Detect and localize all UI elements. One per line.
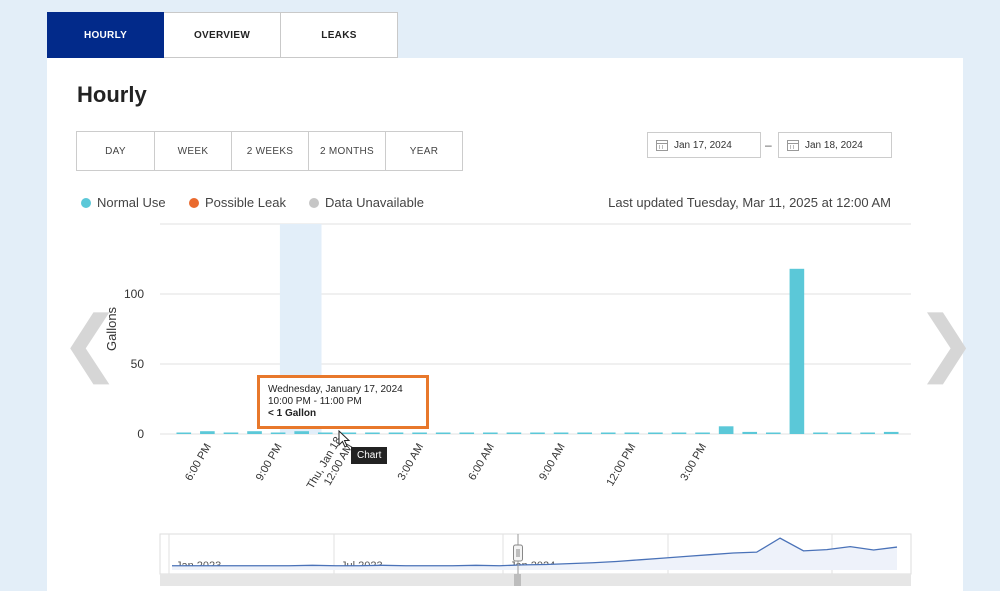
x-tick-text: 3:00 PM — [678, 442, 709, 483]
chart-bar — [247, 431, 262, 434]
x-tick-text: 9:00 PM — [254, 442, 285, 483]
chart-bar — [176, 432, 192, 434]
x-tick-label: 12:00 PM — [604, 442, 638, 489]
chart-bar — [836, 432, 852, 434]
chart-bar — [412, 432, 427, 434]
x-tick-label: 9:00 PM — [254, 442, 285, 483]
chart-bar — [365, 432, 380, 434]
mouse-cursor-icon — [338, 430, 351, 448]
y-axis-label: Gallons — [104, 306, 119, 351]
y-axis-ticks: 0 50 100 — [124, 287, 144, 441]
x-tick-label: 3:00 AM — [396, 442, 427, 483]
tooltip-date: Wednesday, January 17, 2024 — [268, 384, 403, 395]
tooltip-amount: < 1 Gallon — [268, 408, 317, 419]
x-tick-text: 3:00 AM — [396, 442, 427, 483]
tooltip-time: 10:00 PM - 11:00 PM — [268, 396, 362, 407]
chart-bar — [483, 432, 498, 434]
x-tick-label: 6:00 AM — [466, 442, 497, 483]
usage-chart[interactable]: 050100 6:00 PM 9:00 PM Thu, Jan 1812:00 AM… — [0, 0, 1000, 591]
chart-bar — [270, 432, 286, 434]
x-tick-text: 6:00 PM — [183, 442, 214, 483]
chart-bar — [553, 432, 569, 434]
chart-bar — [860, 432, 875, 434]
chart-bar — [577, 432, 592, 434]
y-tick-label: 50 — [131, 357, 145, 371]
chart-bar — [317, 432, 333, 434]
chart-bar — [223, 432, 239, 434]
chart-bar — [435, 432, 451, 434]
chart-bar — [600, 432, 616, 434]
x-axis-ticks: 6:00 PM 9:00 PM Thu, Jan 1812:00 AM 3:00 AM… — [183, 435, 709, 491]
chart-tooltip: Wednesday, January 17, 2024 10:00 PM - 1… — [257, 375, 429, 429]
chart-bar — [789, 268, 805, 434]
chart-bar — [765, 432, 781, 434]
x-tick-text: 12:00 PM — [604, 442, 638, 489]
chart-bar — [388, 432, 404, 434]
navigator-scrollbar — [160, 574, 911, 586]
cursor-tooltip: Chart — [351, 447, 388, 464]
chart-bar — [671, 432, 687, 434]
chart-bar — [718, 426, 734, 434]
x-tick-text: 9:00 AM — [537, 442, 568, 483]
chart-bar — [883, 431, 899, 434]
chart-bar — [742, 431, 758, 434]
chart-bar — [695, 432, 710, 434]
chart-bar — [530, 432, 545, 434]
y-tick-label: 100 — [124, 287, 144, 301]
navigator-scroll-thumb — [514, 574, 521, 586]
x-tick-text: 6:00 AM — [466, 442, 497, 483]
chart-bar — [459, 432, 475, 434]
navigator-handle — [513, 544, 523, 562]
chart-bar — [200, 431, 215, 434]
x-tick-label: 9:00 AM — [537, 442, 568, 483]
y-tick-label: 0 — [137, 427, 144, 441]
x-tick-label: 3:00 PM — [678, 442, 709, 483]
chart-bar — [506, 432, 522, 434]
chart-bar — [624, 432, 640, 434]
chart-bar — [813, 432, 828, 434]
x-tick-label: 6:00 PM — [183, 442, 214, 483]
chart-bar — [294, 431, 310, 434]
range-navigator[interactable]: Jan 2023Jul 2023Jan 2024Jul 2024Jan 2025 — [159, 533, 912, 586]
chart-bar — [648, 432, 663, 434]
